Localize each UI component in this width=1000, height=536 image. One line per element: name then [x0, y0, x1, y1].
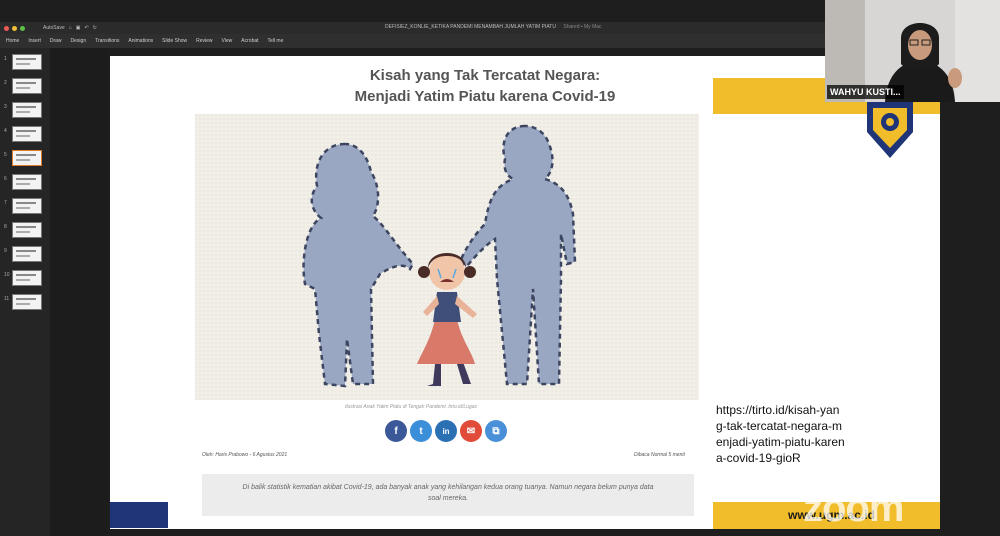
ribbon-tabs: Home Insert Draw Design Transitions Anim… — [0, 34, 825, 48]
twitter-icon[interactable]: t — [410, 420, 432, 442]
thumb-number: 7 — [4, 200, 7, 206]
thumb-number: 6 — [4, 176, 7, 182]
read-time: Dibaca Normal 5 menit — [634, 452, 685, 458]
tab-draw[interactable]: Draw — [50, 38, 62, 44]
thumb-number: 4 — [4, 128, 7, 134]
thumb-number: 9 — [4, 248, 7, 254]
document-title: DEFISIEZ_KONLIE_KETIKA PANDEMI MENAMBAH … — [385, 24, 602, 30]
email-icon[interactable]: ✉ — [460, 420, 482, 442]
tab-design[interactable]: Design — [71, 38, 87, 44]
family-silhouette-illustration — [195, 114, 699, 400]
slide-thumbnail[interactable] — [12, 102, 42, 118]
tab-review[interactable]: Review — [196, 38, 212, 44]
window-controls — [4, 25, 25, 31]
thumb-number: 10 — [4, 272, 10, 278]
copy-link-icon[interactable]: ⧉ — [485, 420, 507, 442]
article-lead-quote: Di balik statistik kematian akibat Covid… — [202, 474, 694, 516]
zoom-watermark: zoom — [803, 486, 904, 530]
tab-animations[interactable]: Animations — [128, 38, 153, 44]
tab-slide-show[interactable]: Slide Show — [162, 38, 187, 44]
thumb-number: 2 — [4, 80, 7, 86]
thumb-number: 5 — [4, 152, 7, 158]
tab-insert[interactable]: Insert — [28, 38, 41, 44]
close-window-icon[interactable] — [4, 25, 9, 31]
slide-thumbnail[interactable] — [12, 270, 42, 286]
linkedin-icon[interactable]: in — [435, 420, 457, 442]
title-bar: AutoSave ⌂ ▣ ↶ ↻ DEFISIEZ_KONLIE_KETIKA … — [0, 22, 825, 34]
document-name: DEFISIEZ_KONLIE_KETIKA PANDEMI MENAMBAH … — [385, 24, 556, 30]
university-crest-icon — [867, 102, 913, 158]
slide-thumbnail[interactable] — [12, 294, 42, 310]
slide-thumbnails: 1 2 3 4 5 6 7 8 9 10 11 — [0, 48, 50, 536]
slide-thumbnail[interactable] — [12, 54, 42, 70]
home-icon[interactable]: ⌂ — [69, 25, 72, 31]
thumb-number: 3 — [4, 104, 7, 110]
tab-tell-me[interactable]: Tell me — [268, 38, 284, 44]
slide-thumbnail-active[interactable] — [12, 150, 42, 166]
decorative-blue-bar — [110, 502, 168, 528]
slide-thumbnail[interactable] — [12, 174, 42, 190]
participant-name-label: WAHYU KUSTI... — [827, 85, 904, 99]
maximize-window-icon[interactable] — [20, 25, 25, 31]
slide-thumbnail[interactable] — [12, 198, 42, 214]
shared-label: Shared • My Mac — [563, 24, 602, 30]
share-buttons: f t in ✉ ⧉ — [385, 420, 507, 442]
minimize-window-icon[interactable] — [12, 25, 17, 31]
article-illustration — [195, 114, 699, 400]
slide-canvas[interactable]: Kisah yang Tak Tercatat Negara: Menjadi … — [110, 56, 940, 529]
slide-thumbnail[interactable] — [12, 222, 42, 238]
redo-icon[interactable]: ↻ — [93, 25, 97, 31]
save-icon[interactable]: ▣ — [76, 25, 81, 31]
article-byline: Oleh: Haris Prabowo - 6 Agustus 2021 — [202, 452, 288, 458]
autosave-label[interactable]: AutoSave — [43, 25, 65, 31]
tab-view[interactable]: View — [222, 38, 233, 44]
participant-video[interactable]: WAHYU KUSTI... — [825, 0, 1000, 102]
tab-home[interactable]: Home — [6, 38, 19, 44]
thumb-number: 11 — [4, 296, 10, 302]
editor-background — [50, 48, 108, 536]
thumb-number: 8 — [4, 224, 7, 230]
article-headline: Kisah yang Tak Tercatat Negara: Menjadi … — [354, 67, 616, 105]
tab-transitions[interactable]: Transitions — [95, 38, 119, 44]
slide-thumbnail[interactable] — [12, 246, 42, 262]
facebook-icon[interactable]: f — [385, 420, 407, 442]
slide-thumbnail[interactable] — [12, 78, 42, 94]
image-caption: Ilustrasi Anak Yatim Piatu di Tengah Pan… — [345, 404, 478, 410]
tab-acrobat[interactable]: Acrobat — [241, 38, 258, 44]
slide-thumbnail[interactable] — [12, 126, 42, 142]
quick-access-toolbar: AutoSave ⌂ ▣ ↶ ↻ — [43, 25, 97, 31]
thumb-number: 1 — [4, 56, 7, 62]
screen: AutoSave ⌂ ▣ ↶ ↻ DEFISIEZ_KONLIE_KETIKA … — [0, 0, 1000, 536]
source-url[interactable]: https://tirto.id/kisah-yang-tak-tercatat… — [716, 402, 846, 466]
undo-icon[interactable]: ↶ — [84, 25, 88, 31]
